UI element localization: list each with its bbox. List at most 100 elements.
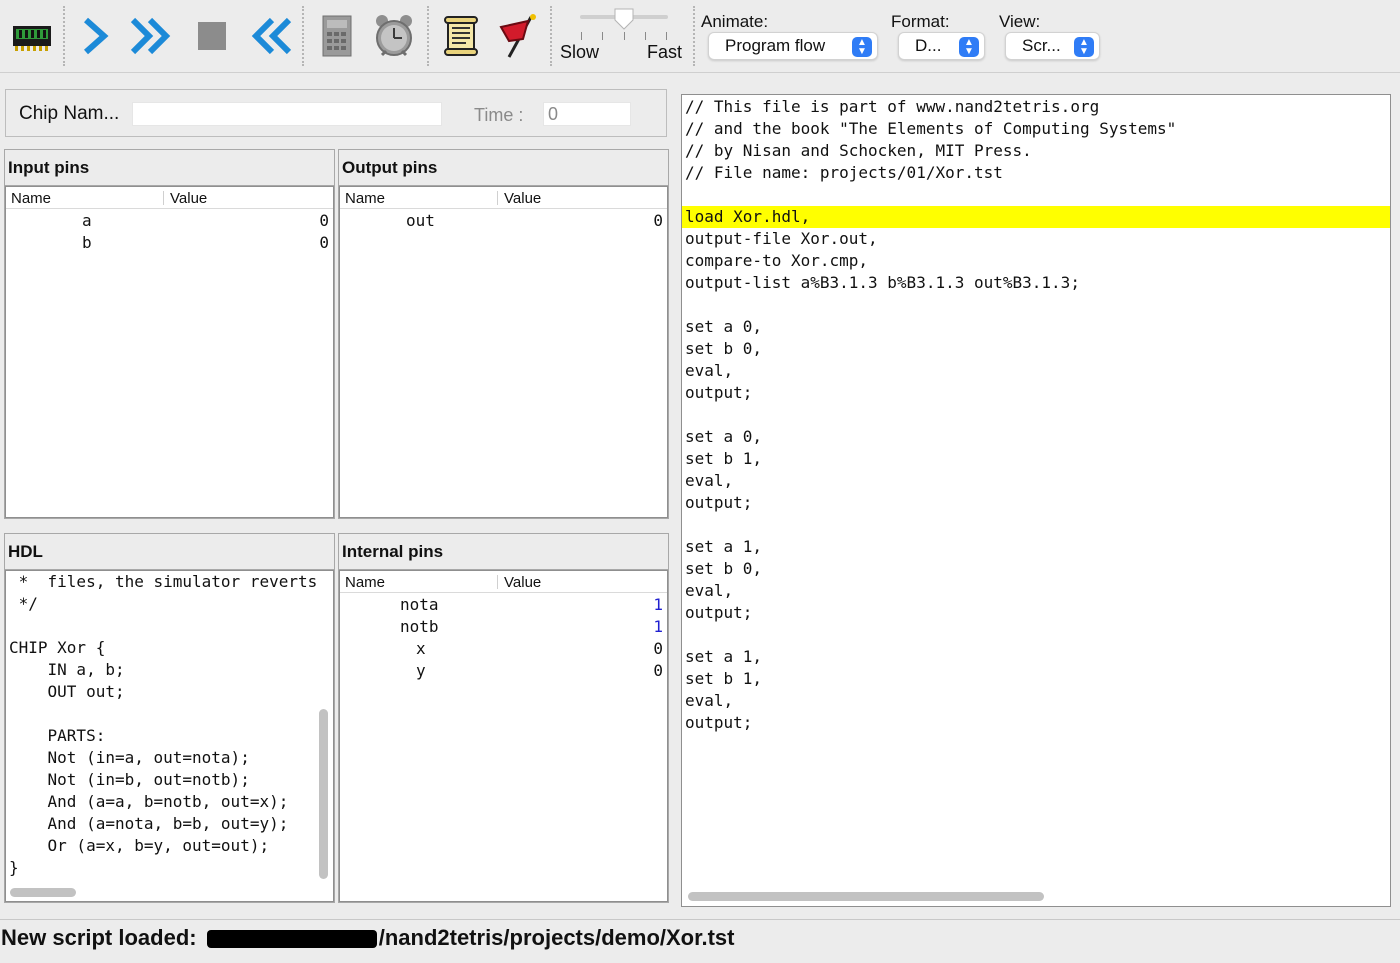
output-pins-table: Name Value out 0 [339, 186, 668, 518]
hdl-code: * files, the simulator reverts */ CHIP X… [9, 572, 318, 877]
input-pins-title: Input pins [5, 150, 334, 186]
chevron-up-down-icon: ▲ ▼ [959, 37, 979, 57]
animate-select[interactable]: Program flow ▲ ▼ [708, 32, 878, 60]
script-line[interactable]: // This file is part of www.nand2tetris.… [682, 96, 1390, 118]
chevron-up-down-icon: ▲ ▼ [852, 37, 872, 57]
test-script-panel[interactable]: // This file is part of www.nand2tetris.… [681, 94, 1391, 907]
script-icon[interactable] [437, 10, 485, 62]
stop-icon[interactable] [188, 10, 236, 62]
script-line[interactable]: set b 1, [682, 448, 1390, 470]
col-name-header: Name [345, 190, 386, 207]
script-line[interactable]: set a 1, [682, 646, 1390, 668]
script-line[interactable]: eval, [682, 690, 1390, 712]
pin-value: 0 [653, 211, 663, 230]
reset-icon[interactable] [246, 10, 294, 62]
pin-value: 0 [653, 639, 663, 658]
script-line[interactable]: // by Nisan and Schocken, MIT Press. [682, 140, 1390, 162]
status-prefix: New script loaded: [1, 925, 203, 950]
script-line[interactable]: eval, [682, 360, 1390, 382]
hdl-code-area[interactable]: * files, the simulator reverts */ CHIP X… [5, 570, 334, 902]
speed-slider[interactable] [578, 8, 670, 42]
input-pins-panel: Input pins Name Value a 0 b 0 [4, 149, 335, 519]
script-line[interactable]: output; [682, 382, 1390, 404]
script-line[interactable]: compare-to Xor.cmp, [682, 250, 1390, 272]
table-header: Name Value [6, 187, 333, 209]
animate-label: Animate: [701, 12, 769, 31]
table-row: x 0 [340, 637, 667, 659]
table-header: Name Value [340, 571, 667, 593]
load-chip-icon[interactable] [8, 10, 56, 62]
status-path: /nand2tetris/projects/demo/Xor.tst [378, 925, 735, 950]
format-label: Format: [891, 12, 950, 31]
chip-name-field[interactable] [132, 102, 442, 126]
script-line[interactable]: output-list a%B3.1.3 b%B3.1.3 out%B3.1.3… [682, 272, 1390, 294]
redacted-path-block [206, 930, 377, 949]
pin-name: y [416, 661, 426, 680]
script-line[interactable] [682, 294, 1390, 316]
table-row[interactable]: b 0 [6, 231, 333, 253]
hdl-horizontal-scrollbar[interactable] [10, 888, 76, 897]
toolbar: Slow Fast Animate: Program flow ▲ ▼ Forma… [0, 0, 1400, 73]
hdl-vertical-scrollbar[interactable] [319, 709, 328, 879]
script-line[interactable]: set a 0, [682, 426, 1390, 448]
pin-name: out [406, 211, 435, 230]
script-line[interactable] [682, 404, 1390, 426]
run-icon[interactable] [128, 10, 176, 62]
script-line[interactable]: eval, [682, 470, 1390, 492]
chip-name-label: Chip Nam... [19, 103, 120, 124]
view-label: View: [999, 12, 1041, 31]
pin-name: x [416, 639, 426, 658]
status-bar: New script loaded: /nand2tetris/projects… [0, 919, 1400, 953]
col-value-header: Value [504, 190, 542, 207]
format-select-value: D... [915, 36, 942, 55]
time-field[interactable]: 0 [543, 102, 631, 126]
pin-value[interactable]: 0 [319, 211, 329, 230]
animate-select-value: Program flow [725, 36, 826, 55]
pin-value[interactable]: 0 [319, 233, 329, 252]
script-line[interactable]: output; [682, 602, 1390, 624]
script-line[interactable]: set a 1, [682, 536, 1390, 558]
script-line[interactable]: // and the book "The Elements of Computi… [682, 118, 1390, 140]
eval-calculator-icon[interactable] [313, 10, 361, 62]
script-line[interactable] [682, 514, 1390, 536]
script-line[interactable]: output; [682, 492, 1390, 514]
chip-name-bar: Chip Nam... Time : 0 [5, 89, 667, 137]
pin-value: 1 [653, 617, 663, 636]
hdl-title: HDL [5, 534, 334, 570]
script-line[interactable]: eval, [682, 580, 1390, 602]
input-pins-table: Name Value a 0 b 0 [5, 186, 334, 518]
script-line[interactable]: output-file Xor.out, [682, 228, 1390, 250]
script-horizontal-scrollbar[interactable] [688, 892, 1044, 901]
single-step-icon[interactable] [72, 10, 120, 62]
script-line[interactable] [682, 184, 1390, 206]
internal-pins-title: Internal pins [339, 534, 668, 570]
table-row[interactable]: out 0 [340, 209, 667, 231]
view-select-value: Scr... [1022, 36, 1061, 55]
format-select[interactable]: D... ▲ ▼ [898, 32, 985, 60]
script-line[interactable]: set b 1, [682, 668, 1390, 690]
script-line[interactable]: set b 0, [682, 558, 1390, 580]
speed-slow-label: Slow [560, 42, 600, 62]
script-line[interactable] [682, 624, 1390, 646]
table-row[interactable]: a 0 [6, 209, 333, 231]
table-header: Name Value [340, 187, 667, 209]
clock-icon[interactable] [370, 10, 418, 62]
chevron-up-down-icon: ▲ ▼ [1074, 37, 1094, 57]
script-line[interactable]: set b 0, [682, 338, 1390, 360]
speed-slider-thumb[interactable] [614, 8, 634, 30]
col-value-header: Value [170, 190, 208, 207]
hdl-panel: HDL * files, the simulator reverts */ CH… [4, 533, 335, 903]
script-line[interactable]: set a 0, [682, 316, 1390, 338]
col-value-header: Value [504, 574, 542, 591]
script-line[interactable]: // File name: projects/01/Xor.tst [682, 162, 1390, 184]
breakpoint-flag-icon[interactable] [494, 10, 542, 62]
col-name-header: Name [11, 190, 52, 207]
script-line[interactable]: output; [682, 712, 1390, 734]
script-line[interactable]: load Xor.hdl, [682, 206, 1390, 228]
view-select[interactable]: Scr... ▲ ▼ [1005, 32, 1100, 60]
pin-name: a [82, 211, 92, 230]
pin-value: 1 [653, 595, 663, 614]
speed-fast-label: Fast [647, 42, 683, 62]
table-row: nota 1 [340, 593, 667, 615]
output-pins-title: Output pins [339, 150, 668, 186]
